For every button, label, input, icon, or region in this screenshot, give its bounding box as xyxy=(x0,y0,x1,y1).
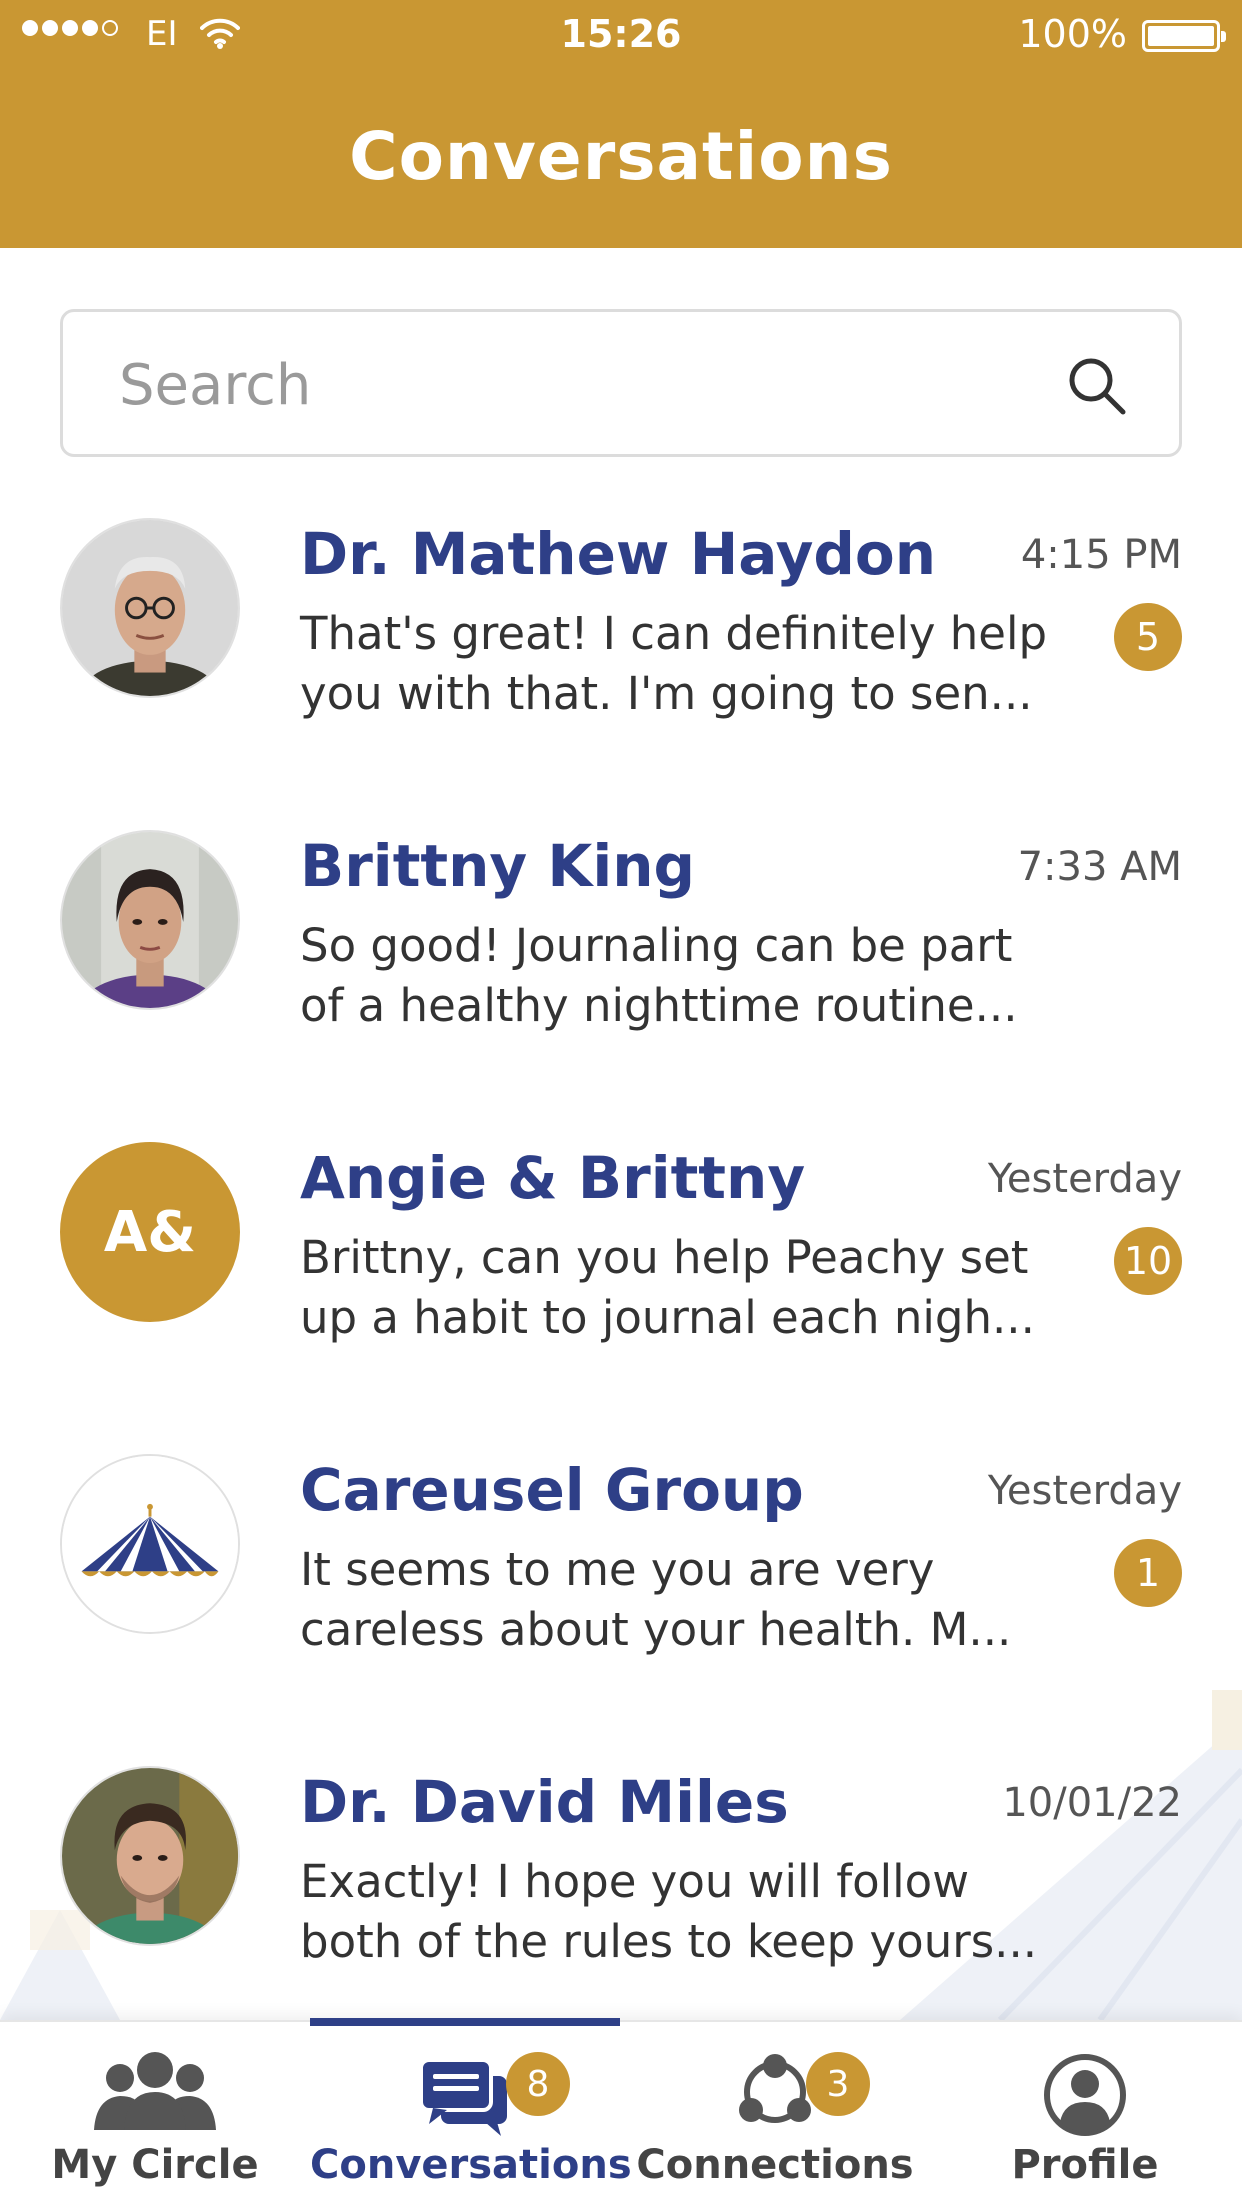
conversation-name: Brittny King xyxy=(300,832,696,900)
tab-label: Conversations xyxy=(310,2142,632,2188)
unread-badge: 5 xyxy=(1114,603,1182,671)
tab-conversations[interactable]: 8 Conversations xyxy=(310,2018,632,2208)
tab-label: Profile xyxy=(1011,2142,1159,2188)
conversation-name: Dr. Mathew Haydon xyxy=(300,520,937,588)
conversation-preview: Brittny, can you help Peachy set up a ha… xyxy=(300,1231,1035,1344)
active-tab-indicator xyxy=(310,2018,620,2026)
tab-connections[interactable]: 3 Connections xyxy=(620,2022,930,2208)
conversation-item[interactable]: Dr. Mathew Haydon 4:15 PM That's great! … xyxy=(0,518,1242,830)
conversation-item[interactable]: A& Angie & Brittny Yesterday Brittny, ca… xyxy=(0,1142,1242,1454)
search-bar[interactable] xyxy=(60,309,1182,457)
carousel-logo-avatar xyxy=(60,1454,240,1634)
avatar xyxy=(60,1766,240,1946)
battery-icon xyxy=(1142,20,1226,52)
tab-badge: 8 xyxy=(506,2052,570,2116)
chat-icon xyxy=(419,2058,507,2136)
avatar xyxy=(60,830,240,1010)
conversation-name: Careusel Group xyxy=(300,1456,804,1524)
conversation-name: Dr. David Miles xyxy=(300,1768,789,1836)
conversation-preview: So good! Journaling can be part of a hea… xyxy=(300,919,1018,1032)
avatar xyxy=(60,518,240,698)
conversation-name: Angie & Brittny xyxy=(300,1144,806,1212)
tab-profile[interactable]: Profile xyxy=(930,2022,1240,2208)
unread-badge: 10 xyxy=(1114,1227,1182,1295)
battery-percent: 100% xyxy=(1018,12,1127,56)
conversation-preview: That's great! I can definitely help you … xyxy=(300,607,1048,720)
unread-badge: 1 xyxy=(1114,1539,1182,1607)
conversation-preview: It seems to me you are very careless abo… xyxy=(300,1543,1012,1656)
group-icon xyxy=(94,2052,216,2130)
conversation-item[interactable]: Brittny King 7:33 AM So good! Journaling… xyxy=(0,830,1242,1142)
tab-badge: 3 xyxy=(806,2052,870,2116)
avatar-initials: A& xyxy=(60,1142,240,1322)
tab-label: My Circle xyxy=(51,2142,259,2188)
conversation-time: 10/01/22 xyxy=(1002,1780,1182,1826)
conversation-time: 7:33 AM xyxy=(1017,844,1182,890)
page-title: Conversations xyxy=(349,118,893,195)
conversation-preview: Exactly! I hope you will follow both of … xyxy=(300,1855,1038,1968)
profile-icon xyxy=(1044,2054,1126,2136)
conversation-time: 4:15 PM xyxy=(1020,532,1182,578)
tab-my-circle[interactable]: My Circle xyxy=(0,2022,310,2208)
status-bar: EI 15:26 100% xyxy=(0,0,1242,70)
tab-label: Connections xyxy=(636,2142,914,2188)
search-input[interactable] xyxy=(119,342,1019,428)
conversation-time: Yesterday xyxy=(987,1156,1182,1202)
app-header: EI 15:26 100% Conversations xyxy=(0,0,1242,248)
search-icon[interactable] xyxy=(1065,354,1129,418)
bottom-tab-bar: My Circle 8 Conversations 3 Connections … xyxy=(0,2018,1242,2208)
conversation-item[interactable]: Careusel Group Yesterday It seems to me … xyxy=(0,1454,1242,1766)
conversation-time: Yesterday xyxy=(987,1468,1182,1514)
